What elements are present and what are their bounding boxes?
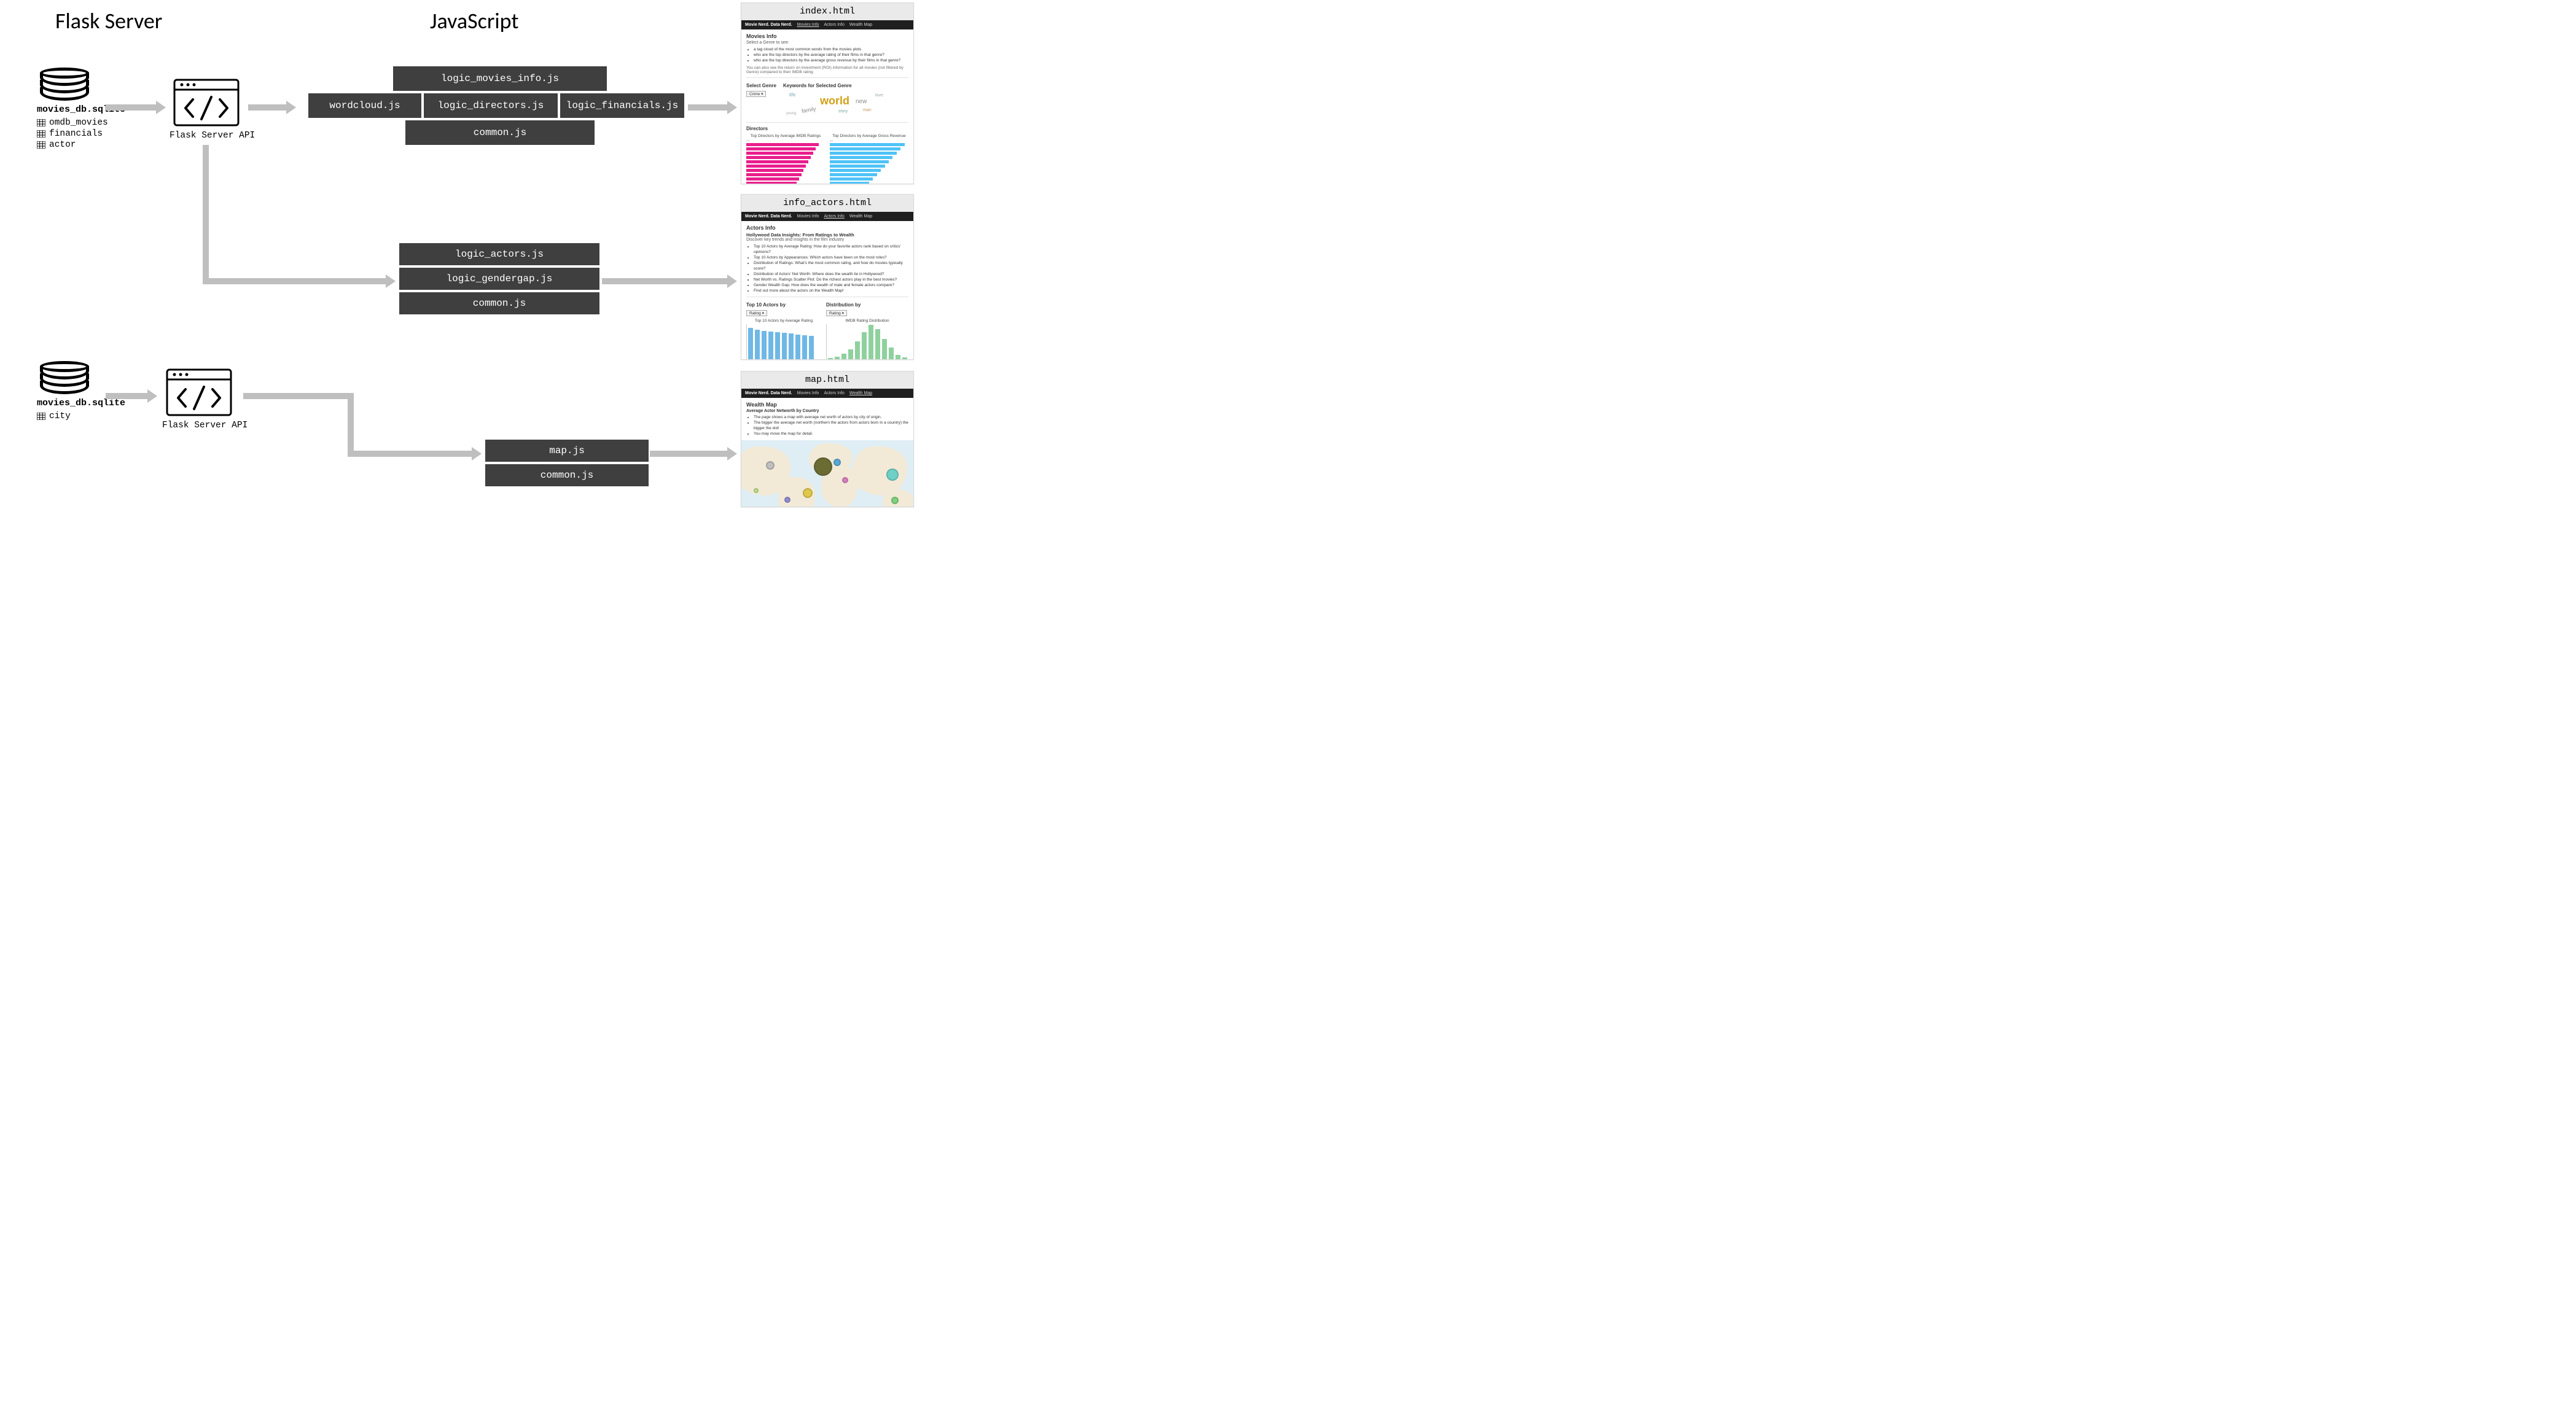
js-module-box: common.js	[485, 464, 649, 486]
list-item: The page shows a map with average net wo…	[754, 414, 908, 420]
distribution-dropdown[interactable]: Rating ▾	[826, 310, 847, 316]
arrow-icon	[106, 104, 156, 111]
section-tagline: Discover key trends and insights in the …	[746, 238, 908, 242]
thumbnail-nav: Movie Nerd. Data Nerd. Movies Info Actor…	[741, 20, 913, 29]
arrow-icon	[106, 393, 147, 399]
list-item: who are the top directors by the average…	[754, 52, 908, 58]
chart-title: Top 10 Actors by Average Rating	[746, 319, 821, 323]
section-subtitle: Select a Genre to see:	[746, 41, 908, 45]
directors-rating-chart: —	[746, 139, 825, 184]
section-subtitle: Average Actor Networth by Country	[746, 409, 908, 413]
actors-metric-dropdown[interactable]: Rating ▾	[746, 310, 767, 316]
list-item: a tag cloud of the most common words fro…	[754, 47, 908, 52]
api-window-icon: Flask Server API	[162, 368, 236, 430]
connector-line	[203, 145, 209, 283]
js-module-box: common.js	[405, 120, 595, 145]
arrow-icon	[688, 104, 727, 111]
list-item: who are the top directors by the average…	[754, 58, 908, 63]
connector-line	[348, 393, 354, 456]
arrow-icon	[248, 104, 286, 111]
database-icon: movies_db.sqlite omdb_movies financials …	[37, 68, 92, 150]
list-item: Distribution of Ratings: What's the most…	[754, 260, 908, 271]
list-item: Gender Wealth Gap: How does the wealth o…	[754, 282, 908, 288]
genre-dropdown[interactable]: Crime ▾	[746, 91, 766, 97]
thumbnail-nav: Movie Nerd. Data Nerd. Movies Info Actor…	[741, 212, 913, 221]
arrow-icon	[348, 451, 472, 457]
chart-title: Top Directors by Average IMDB Ratings	[746, 134, 825, 138]
rating-distribution-chart	[826, 324, 908, 360]
list-item: Top 10 Actors by Average Rating: How do …	[754, 244, 908, 255]
section-title: Movies Info	[746, 33, 908, 39]
heading-flask-server: Flask Server	[55, 7, 162, 34]
db-table-row: financials	[37, 128, 92, 139]
select-label: Distribution by	[826, 302, 908, 308]
database-filename: movies_db.sqlite	[37, 398, 92, 408]
js-module-box: logic_gendergap.js	[399, 268, 599, 290]
js-module-box: logic_financials.js	[560, 93, 684, 118]
js-module-box: common.js	[399, 292, 599, 314]
list-item: Top 10 Actors by Appearances: Which acto…	[754, 255, 908, 260]
arrow-icon	[602, 278, 727, 284]
js-module-box: logic_directors.js	[424, 93, 558, 118]
world-map-chart[interactable]	[741, 440, 913, 507]
chart-title: IMDB Rating Distribution	[826, 319, 908, 323]
list-item: You may move the map for detail.	[754, 431, 908, 437]
js-module-box: map.js	[485, 440, 649, 462]
thumbnail-filename: info_actors.html	[741, 195, 913, 212]
db-table-row: actor	[37, 139, 92, 150]
api-window-icon: Flask Server API	[170, 79, 243, 141]
db-table-row: omdb_movies	[37, 117, 92, 128]
db-table-row: city	[37, 411, 92, 422]
actors-bar-chart	[746, 324, 821, 360]
section-title: Actors Info	[746, 225, 908, 231]
heading-javascript: JavaScript	[430, 7, 519, 34]
footnote: You can also see the return on investmen…	[746, 66, 908, 74]
section-subtitle: Hollywood Data Insights: From Ratings to…	[746, 232, 908, 238]
chart-title: Top Directors by Average Gross Revenue	[830, 134, 908, 138]
list-item: Find out more about the actors on the We…	[754, 288, 908, 293]
api-label: Flask Server API	[162, 421, 236, 430]
page-thumbnail-map: map.html Movie Nerd. Data Nerd. Movies I…	[741, 371, 914, 507]
list-item: Distribution of Actors' Net Worth: Where…	[754, 271, 908, 277]
page-thumbnail-actors: info_actors.html Movie Nerd. Data Nerd. …	[741, 194, 914, 360]
arrow-icon	[203, 278, 386, 284]
arrow-icon	[650, 451, 727, 457]
arrow-icon	[243, 393, 353, 399]
list-item: The bigger the average net worth (northe…	[754, 420, 908, 431]
database-filename: movies_db.sqlite	[37, 104, 92, 115]
thumbnail-nav: Movie Nerd. Data Nerd. Movies Info Actor…	[741, 389, 913, 398]
section-label: Keywords for Selected Genre	[783, 83, 908, 88]
list-item: Net Worth vs. Ratings Scatter Plot: Do t…	[754, 277, 908, 282]
js-module-box: logic_actors.js	[399, 243, 599, 265]
wordcloud-chart: world new life family love story young m…	[783, 91, 908, 119]
section-label: Directors	[746, 126, 908, 131]
js-module-box: wordcloud.js	[308, 93, 421, 118]
select-label: Select Genre	[746, 83, 778, 88]
select-label: Top 10 Actors by	[746, 302, 821, 308]
thumbnail-filename: map.html	[741, 371, 913, 389]
directors-revenue-chart: —	[830, 139, 908, 184]
thumbnail-filename: index.html	[741, 3, 913, 20]
js-module-box: logic_movies_info.js	[393, 66, 607, 91]
page-thumbnail-index: index.html Movie Nerd. Data Nerd. Movies…	[741, 2, 914, 184]
api-label: Flask Server API	[170, 131, 243, 141]
section-title: Wealth Map	[746, 402, 908, 408]
database-icon: movies_db.sqlite city	[37, 361, 92, 422]
